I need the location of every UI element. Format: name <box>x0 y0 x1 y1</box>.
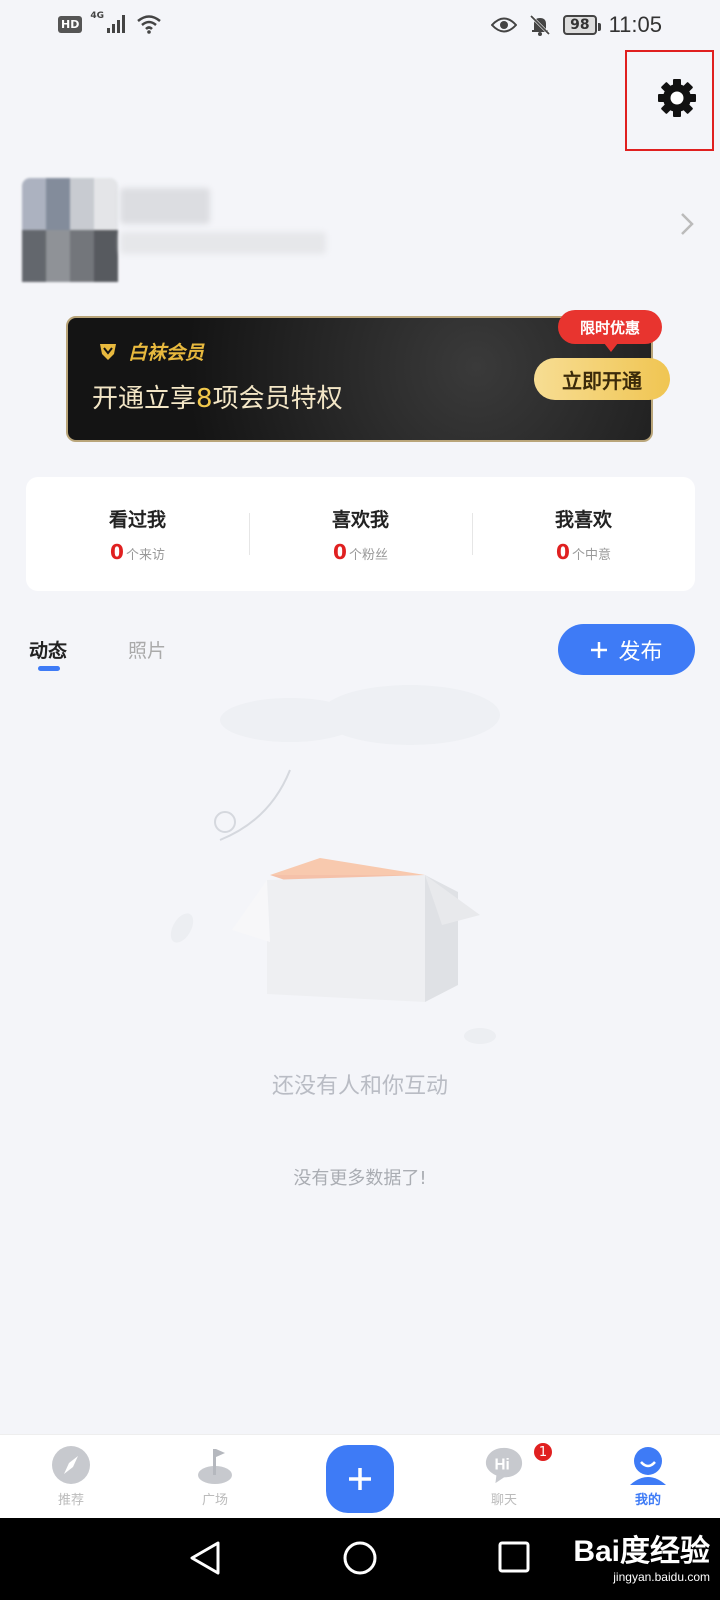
home-icon[interactable] <box>342 1540 378 1576</box>
chat-unread-badge: 1 <box>532 1441 554 1463</box>
activate-vip-button[interactable]: 立即开通 <box>534 358 670 400</box>
profile-header[interactable] <box>0 170 720 290</box>
nav-add-button[interactable] <box>326 1445 394 1513</box>
wifi-icon <box>137 15 161 34</box>
plus-icon <box>591 641 608 658</box>
system-nav-bar: Bai度经验 jingyan.baidu.com <box>0 1518 720 1600</box>
vip-title: 开通立享8项会员特权 <box>92 384 343 414</box>
clock: 11:05 <box>608 12 662 37</box>
settings-button[interactable] <box>625 50 714 151</box>
nav-recommend[interactable]: 推荐 <box>31 1445 111 1508</box>
battery-indicator: 98 <box>563 15 602 35</box>
vip-brand-label: 白袜会员 <box>128 342 205 364</box>
vip-banner[interactable]: 白袜会员 开通立享8项会员特权 限时优惠 立即开通 <box>66 310 670 442</box>
like-count: 0 <box>556 539 570 564</box>
tab-moments[interactable]: 动态 <box>29 636 67 663</box>
chat-hi-icon: Hi <box>485 1447 523 1484</box>
nav-chat[interactable]: Hi 1 聊天 <box>464 1441 554 1508</box>
profile-icon <box>630 1447 666 1485</box>
status-right: 98 11:05 <box>491 12 662 38</box>
network-type: 4G <box>90 11 104 21</box>
svg-text:Hi: Hi <box>494 1457 509 1474</box>
stats-card: 看过我 0 个来访 喜欢我 0 个粉丝 我喜欢 0 个中意 <box>26 477 695 591</box>
bottom-nav: 推荐 广场 Hi 1 聊天 我的 <box>0 1434 720 1518</box>
status-left: HD 4G <box>58 11 162 34</box>
nav-mine[interactable]: 我的 <box>608 1445 688 1508</box>
compass-icon <box>52 1446 90 1484</box>
watermark-logo: Bai度经验 <box>573 1535 710 1568</box>
status-bar: HD 4G 98 11:05 <box>0 0 720 54</box>
empty-box-illustration <box>170 685 500 1044</box>
promo-badge: 限时优惠 <box>558 310 662 352</box>
stat-visitors[interactable]: 看过我 0 个来访 <box>26 505 249 564</box>
baidu-watermark: Bai度经验 jingyan.baidu.com <box>573 1526 710 1584</box>
user-info-blurred <box>120 232 326 254</box>
watermark-url: jingyan.baidu.com <box>613 1570 710 1584</box>
stat-likes[interactable]: 我喜欢 0 个中意 <box>472 505 695 564</box>
avatar[interactable] <box>22 178 118 282</box>
recents-icon[interactable] <box>497 1540 531 1574</box>
publish-label: 发布 <box>618 638 663 664</box>
muted-bell-icon <box>530 14 551 36</box>
nav-chat-label: 聊天 <box>490 1493 517 1508</box>
stat-fans[interactable]: 喜欢我 0 个粉丝 <box>249 505 472 564</box>
tab-indicator <box>38 666 60 671</box>
tab-photos[interactable]: 照片 <box>128 636 166 663</box>
nav-square-label: 广场 <box>201 1493 228 1508</box>
gear-icon <box>657 78 696 117</box>
fan-count: 0 <box>333 539 347 564</box>
vip-badge-icon <box>100 343 116 360</box>
hd-badge: HD <box>58 15 83 33</box>
empty-message: 还没有人和你互动 <box>271 1074 448 1099</box>
signal-icon <box>107 15 125 33</box>
visitor-count: 0 <box>110 539 124 564</box>
flag-icon <box>198 1449 232 1484</box>
nickname-blurred <box>120 188 210 224</box>
nav-mine-label: 我的 <box>634 1493 661 1508</box>
no-more-data: 没有更多数据了! <box>293 1168 427 1189</box>
back-icon[interactable] <box>188 1540 222 1576</box>
nav-square[interactable]: 广场 <box>175 1445 255 1508</box>
nav-recommend-label: 推荐 <box>57 1493 84 1508</box>
publish-button[interactable]: 发布 <box>558 624 695 675</box>
chevron-right-icon[interactable] <box>680 212 694 236</box>
vip-brand: 白袜会员 <box>96 338 204 365</box>
eye-icon <box>491 17 518 33</box>
plus-icon <box>349 1468 371 1490</box>
